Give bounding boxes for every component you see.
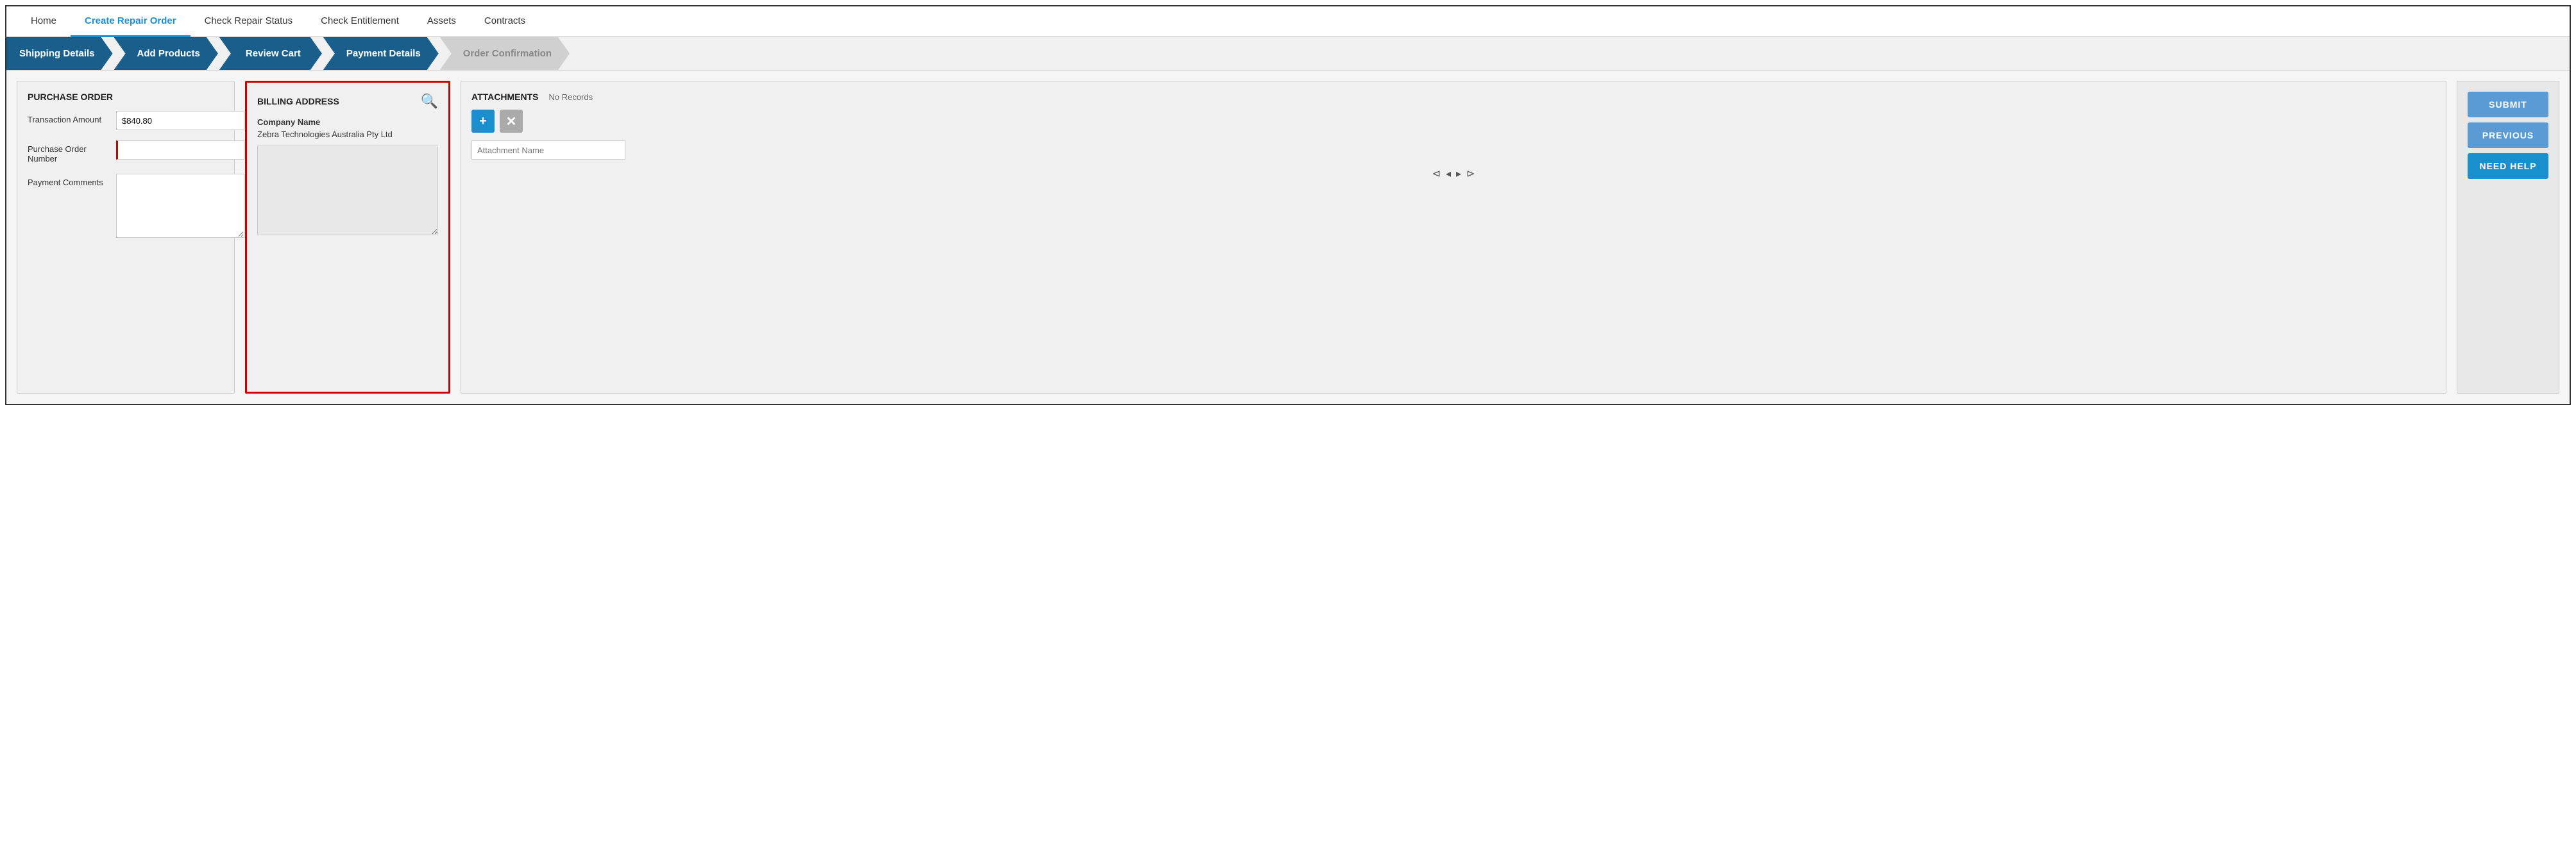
nav-assets[interactable]: Assets	[413, 6, 470, 37]
purchase-order-number-row: Purchase Order Number	[28, 140, 224, 163]
purchase-order-title: PURCHASE ORDER	[28, 92, 224, 102]
attachments-header: ATTACHMENTS No Records	[471, 92, 2436, 102]
wizard-step-shipping[interactable]: Shipping Details	[6, 37, 113, 70]
wizard-step-order-confirmation[interactable]: Order Confirmation	[440, 37, 570, 70]
pagination-bar: ⊲ ◂ ▸ ⊳	[471, 167, 2436, 180]
payment-comments-group	[116, 174, 244, 238]
wizard-bar: Shipping Details Add Products Review Car…	[6, 37, 2570, 71]
submit-button[interactable]: SUBMIT	[2468, 92, 2548, 117]
wizard-step-payment-details[interactable]: Payment Details	[323, 37, 439, 70]
transaction-amount-input[interactable]	[116, 111, 244, 130]
billing-company-value: Zebra Technologies Australia Pty Ltd	[257, 129, 438, 139]
nav-create-repair-order[interactable]: Create Repair Order	[71, 6, 191, 37]
billing-company-label: Company Name	[257, 117, 438, 127]
action-panel: SUBMIT PREVIOUS NEED HELP	[2457, 81, 2559, 394]
attachments-title: ATTACHMENTS	[471, 92, 538, 102]
attachments-panel: ATTACHMENTS No Records + ✕ ⊲ ◂ ▸ ⊳	[461, 81, 2446, 394]
previous-button[interactable]: PREVIOUS	[2468, 122, 2548, 148]
attachment-name-input[interactable]	[471, 140, 625, 160]
attachment-name-field-wrapper	[471, 140, 2436, 160]
transaction-amount-group: 📄	[116, 111, 262, 130]
wizard-step-review-cart[interactable]: Review Cart	[219, 37, 322, 70]
main-content: PURCHASE ORDER Transaction Amount 📄 Purc…	[6, 71, 2570, 404]
top-nav: Home Create Repair Order Check Repair St…	[6, 6, 2570, 37]
billing-address-panel: BILLING ADDRESS 🔍 Company Name Zebra Tec…	[245, 81, 450, 394]
attachment-buttons: + ✕	[471, 110, 2436, 133]
wizard-step-add-products[interactable]: Add Products	[114, 37, 218, 70]
app-wrapper: Home Create Repair Order Check Repair St…	[5, 5, 2571, 405]
billing-panel-header: BILLING ADDRESS 🔍	[257, 93, 438, 110]
nav-contracts[interactable]: Contracts	[470, 6, 539, 37]
need-help-button[interactable]: NEED HELP	[2468, 153, 2548, 179]
purchase-order-number-label: Purchase Order Number	[28, 140, 111, 163]
nav-home[interactable]: Home	[17, 6, 71, 37]
add-attachment-button[interactable]: +	[471, 110, 495, 133]
purchase-order-panel: PURCHASE ORDER Transaction Amount 📄 Purc…	[17, 81, 235, 394]
pagination-first-icon[interactable]: ⊲	[1432, 167, 1441, 180]
transaction-amount-label: Transaction Amount	[28, 111, 111, 124]
nav-check-repair-status[interactable]: Check Repair Status	[191, 6, 307, 37]
transaction-amount-row: Transaction Amount 📄	[28, 111, 224, 130]
pagination-prev-icon[interactable]: ◂	[1446, 167, 1451, 180]
billing-search-icon[interactable]: 🔍	[421, 93, 438, 110]
billing-address-title: BILLING ADDRESS	[257, 96, 339, 106]
payment-comments-label: Payment Comments	[28, 174, 111, 187]
payment-comments-row: Payment Comments	[28, 174, 224, 238]
pagination-last-icon[interactable]: ⊳	[1466, 167, 1475, 180]
payment-comments-textarea[interactable]	[116, 174, 244, 238]
purchase-order-number-group	[116, 140, 244, 160]
remove-attachment-button[interactable]: ✕	[500, 110, 523, 133]
purchase-order-number-input[interactable]	[116, 140, 244, 160]
no-records-text: No Records	[548, 92, 593, 102]
billing-address-textarea[interactable]	[257, 146, 438, 235]
pagination-next-icon[interactable]: ▸	[1456, 167, 1461, 180]
nav-check-entitlement[interactable]: Check Entitlement	[307, 6, 413, 37]
